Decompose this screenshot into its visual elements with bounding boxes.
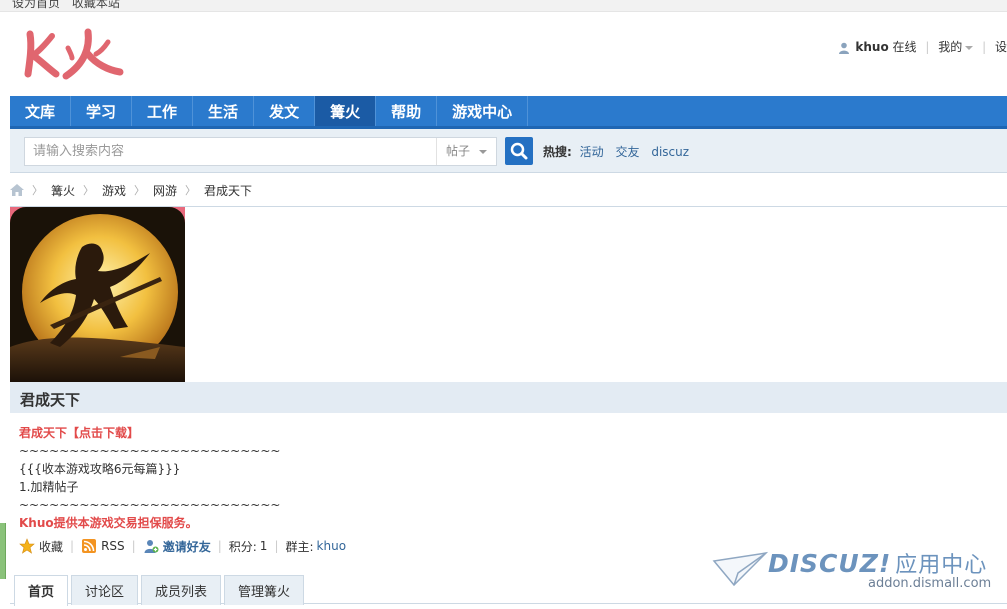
breadcrumb-item[interactable]: 游戏: [102, 182, 126, 199]
breadcrumb-current: 君成天下: [204, 183, 253, 198]
description-line: {{{收本游戏攻略6元每篇}}}: [19, 462, 181, 476]
breadcrumb-separator: 〉: [32, 184, 43, 197]
left-edge-widget: [0, 523, 6, 579]
bookmark-site-link[interactable]: 收藏本站: [72, 0, 120, 10]
username-link[interactable]: khuo: [855, 40, 888, 54]
my-menu[interactable]: 我的: [938, 40, 962, 54]
divider: |: [131, 539, 136, 553]
description-line: Khuo提供本游戏交易担保服务。: [19, 516, 198, 530]
tab-member-list[interactable]: 成员列表: [141, 575, 222, 605]
owner-link[interactable]: khuo: [317, 539, 347, 553]
breadcrumb-separator: 〉: [185, 184, 197, 197]
settings-link[interactable]: 设: [995, 40, 1007, 54]
nav-item-wenku[interactable]: 文库: [10, 96, 72, 126]
chevron-down-icon[interactable]: [965, 45, 974, 50]
watermark-subtitle: 应用中心: [895, 553, 988, 578]
watermark-brand-text: DISCUZ!: [768, 549, 892, 578]
star-icon[interactable]: [19, 538, 35, 554]
logo-k-fire-icon: [24, 28, 124, 80]
search-input[interactable]: [25, 138, 435, 165]
invite-friends-link[interactable]: 邀请好友: [163, 538, 211, 555]
breadcrumb-separator: 〉: [134, 184, 146, 197]
divider: |: [925, 40, 930, 54]
hot-search-label: 热搜:: [543, 145, 572, 159]
watermark-url: addon.dismall.com: [868, 576, 992, 591]
main-nav: 文库 学习 工作 生活 发文 篝火 帮助 游戏中心: [10, 96, 1007, 129]
hot-search: 热搜: 活动 交友 discuz: [543, 143, 697, 160]
search-type-value: 帖子: [446, 144, 471, 158]
tab-manage[interactable]: 管理篝火: [224, 575, 305, 605]
tab-home[interactable]: 首页: [14, 575, 69, 606]
tab-discussion[interactable]: 讨论区: [71, 575, 139, 605]
breadcrumb-item[interactable]: 篝火: [51, 182, 75, 199]
rss-icon[interactable]: [81, 538, 97, 554]
divider: |: [982, 40, 987, 54]
top-links: 设为首页 收藏本站: [12, 0, 128, 11]
divider: |: [217, 539, 222, 553]
breadcrumb-item[interactable]: 网游: [153, 182, 177, 199]
group-title: 君成天下: [20, 391, 81, 409]
chevron-down-icon: [479, 150, 487, 154]
set-homepage-link[interactable]: 设为首页: [12, 0, 60, 10]
breadcrumb: 〉 篝火 〉 游戏 〉 网游 〉 君成天下: [10, 181, 252, 199]
user-icon: [838, 42, 849, 54]
group-description: 君成天下【点击下载】 ~~~~~~~~~~~~~~~~~~~~~~~~~~ {{…: [19, 424, 280, 532]
search-button[interactable]: [505, 137, 533, 165]
divider: |: [274, 539, 279, 553]
owner-label: 群主:: [285, 539, 314, 554]
nav-item-fawen[interactable]: 发文: [254, 96, 316, 126]
site-logo[interactable]: [22, 26, 132, 86]
group-actions: 收藏 | RSS | 邀请好友 | 积分: 1 | 群主: khuo: [19, 537, 346, 555]
nav-item-game-center[interactable]: 游戏中心: [437, 96, 529, 126]
home-icon[interactable]: [10, 184, 24, 196]
hot-term-link[interactable]: 交友: [615, 145, 639, 159]
invite-friends-icon[interactable]: [143, 538, 159, 554]
divider: |: [70, 539, 75, 553]
download-link[interactable]: 君成天下【点击下载】: [19, 424, 280, 442]
favorite-link[interactable]: 收藏: [39, 538, 63, 555]
nav-item-bangzhu[interactable]: 帮助: [376, 96, 438, 126]
hot-term-link[interactable]: 活动: [580, 145, 604, 159]
nav-item-gouhuo[interactable]: 篝火: [315, 96, 377, 126]
hot-term-link[interactable]: discuz: [651, 145, 689, 159]
top-utility-bar: 设为首页 收藏本站: [0, 0, 1007, 12]
points-label: 积分:: [228, 539, 257, 554]
group-icon-image: [10, 207, 185, 382]
user-bar: khuo 在线 | 我的 | 设: [838, 38, 1007, 54]
search-icon: [510, 142, 528, 160]
description-line: ~~~~~~~~~~~~~~~~~~~~~~~~~~: [19, 444, 281, 458]
nav-item-shenghuo[interactable]: 生活: [193, 96, 255, 126]
group-header: 君成天下: [10, 382, 1007, 413]
online-status[interactable]: 在线: [893, 40, 917, 54]
points-value: 1: [259, 539, 268, 553]
discuz-watermark: DISCUZ! 应用中心 addon.dismall.com: [712, 545, 1002, 597]
watermark-brand: DISCUZ! 应用中心: [768, 547, 987, 579]
nav-item-gongzuo[interactable]: 工作: [132, 96, 194, 126]
search-bar: 帖子 热搜: 活动 交友 discuz: [10, 129, 1007, 173]
group-tabs: 首页 讨论区 成员列表 管理篝火: [14, 575, 307, 606]
paper-plane-icon: [712, 551, 768, 587]
nav-item-xuexi[interactable]: 学习: [71, 96, 133, 126]
game-artwork-icon: [10, 207, 185, 382]
description-line: 1.加精帖子: [19, 480, 79, 494]
search-type-select[interactable]: 帖子: [436, 138, 497, 165]
rss-link[interactable]: RSS: [101, 539, 125, 553]
description-line: ~~~~~~~~~~~~~~~~~~~~~~~~~~: [19, 498, 281, 512]
search-box: 帖子: [24, 137, 497, 166]
breadcrumb-separator: 〉: [83, 184, 95, 197]
